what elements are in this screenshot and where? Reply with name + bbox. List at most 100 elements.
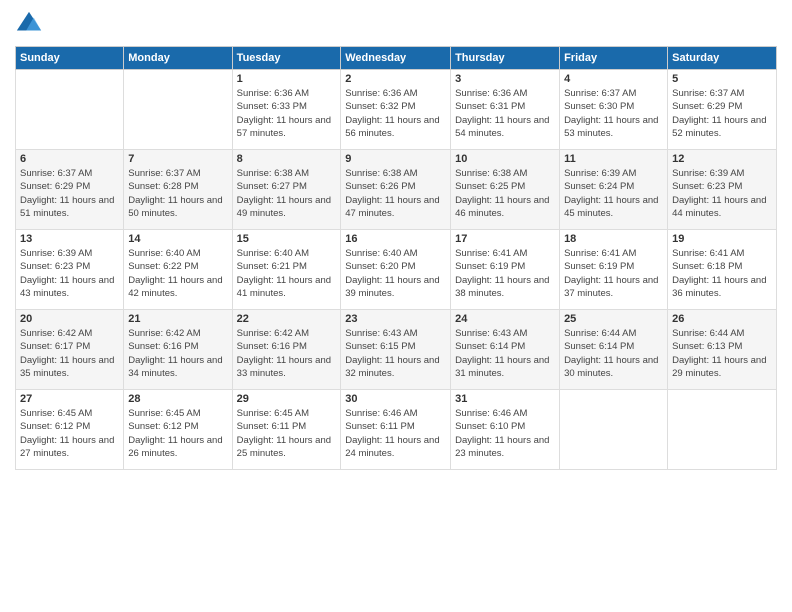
day-number: 17 — [455, 233, 555, 245]
day-info: Sunrise: 6:42 AM Sunset: 6:17 PM Dayligh… — [20, 327, 119, 380]
day-cell: 25 Sunrise: 6:44 AM Sunset: 6:14 PM Dayli… — [560, 310, 668, 390]
week-row-1: 1 Sunrise: 6:36 AM Sunset: 6:33 PM Daylig… — [16, 70, 777, 150]
weekday-header-wednesday: Wednesday — [341, 47, 451, 70]
day-cell: 23 Sunrise: 6:43 AM Sunset: 6:15 PM Dayli… — [341, 310, 451, 390]
day-number: 25 — [564, 313, 663, 325]
day-number: 16 — [345, 233, 446, 245]
day-info: Sunrise: 6:42 AM Sunset: 6:16 PM Dayligh… — [128, 327, 227, 380]
day-number: 18 — [564, 233, 663, 245]
day-cell — [16, 70, 124, 150]
day-number: 26 — [672, 313, 772, 325]
day-number: 21 — [128, 313, 227, 325]
weekday-header-saturday: Saturday — [668, 47, 777, 70]
day-cell: 22 Sunrise: 6:42 AM Sunset: 6:16 PM Dayli… — [232, 310, 341, 390]
day-info: Sunrise: 6:37 AM Sunset: 6:28 PM Dayligh… — [128, 167, 227, 220]
header-row: SundayMondayTuesdayWednesdayThursdayFrid… — [16, 47, 777, 70]
day-number: 24 — [455, 313, 555, 325]
day-cell: 26Sunrise: 6:44 AM Sunset: 6:13 PM Dayli… — [668, 310, 777, 390]
day-info: Sunrise: 6:37 AM Sunset: 6:29 PM Dayligh… — [672, 87, 772, 140]
day-cell: 1 Sunrise: 6:36 AM Sunset: 6:33 PM Daylig… — [232, 70, 341, 150]
logo — [15, 10, 47, 38]
weekday-header-thursday: Thursday — [451, 47, 560, 70]
day-cell: 6 Sunrise: 6:37 AM Sunset: 6:29 PM Daylig… — [16, 150, 124, 230]
day-info: Sunrise: 6:36 AM Sunset: 6:32 PM Dayligh… — [345, 87, 446, 140]
day-number: 14 — [128, 233, 227, 245]
day-number: 2 — [345, 73, 446, 85]
weekday-header-friday: Friday — [560, 47, 668, 70]
day-info: Sunrise: 6:38 AM Sunset: 6:26 PM Dayligh… — [345, 167, 446, 220]
day-info: Sunrise: 6:43 AM Sunset: 6:15 PM Dayligh… — [345, 327, 446, 380]
day-cell: 20Sunrise: 6:42 AM Sunset: 6:17 PM Dayli… — [16, 310, 124, 390]
calendar-header: SundayMondayTuesdayWednesdayThursdayFrid… — [16, 47, 777, 70]
day-number: 23 — [345, 313, 446, 325]
day-cell: 5 Sunrise: 6:37 AM Sunset: 6:29 PM Daylig… — [668, 70, 777, 150]
day-number: 15 — [237, 233, 337, 245]
day-cell: 8 Sunrise: 6:38 AM Sunset: 6:27 PM Daylig… — [232, 150, 341, 230]
day-number: 11 — [564, 153, 663, 165]
day-number: 22 — [237, 313, 337, 325]
weekday-header-tuesday: Tuesday — [232, 47, 341, 70]
day-info: Sunrise: 6:43 AM Sunset: 6:14 PM Dayligh… — [455, 327, 555, 380]
week-row-3: 13Sunrise: 6:39 AM Sunset: 6:23 PM Dayli… — [16, 230, 777, 310]
day-info: Sunrise: 6:38 AM Sunset: 6:27 PM Dayligh… — [237, 167, 337, 220]
day-number: 9 — [345, 153, 446, 165]
day-cell: 12 Sunrise: 6:39 AM Sunset: 6:23 PM Dayli… — [668, 150, 777, 230]
day-info: Sunrise: 6:41 AM Sunset: 6:18 PM Dayligh… — [672, 247, 772, 300]
day-number: 27 — [20, 393, 119, 405]
day-cell: 14Sunrise: 6:40 AM Sunset: 6:22 PM Dayli… — [124, 230, 232, 310]
day-number: 8 — [237, 153, 337, 165]
day-cell: 27 Sunrise: 6:45 AM Sunset: 6:12 PM Dayli… — [16, 390, 124, 470]
page: SundayMondayTuesdayWednesdayThursdayFrid… — [0, 0, 792, 612]
day-number: 5 — [672, 73, 772, 85]
day-info: Sunrise: 6:37 AM Sunset: 6:30 PM Dayligh… — [564, 87, 663, 140]
day-info: Sunrise: 6:45 AM Sunset: 6:12 PM Dayligh… — [20, 407, 119, 460]
day-number: 31 — [455, 393, 555, 405]
weekday-header-monday: Monday — [124, 47, 232, 70]
week-row-5: 27 Sunrise: 6:45 AM Sunset: 6:12 PM Dayli… — [16, 390, 777, 470]
calendar-table: SundayMondayTuesdayWednesdayThursdayFrid… — [15, 46, 777, 470]
day-info: Sunrise: 6:39 AM Sunset: 6:24 PM Dayligh… — [564, 167, 663, 220]
day-cell — [124, 70, 232, 150]
day-info: Sunrise: 6:37 AM Sunset: 6:29 PM Dayligh… — [20, 167, 119, 220]
week-row-4: 20Sunrise: 6:42 AM Sunset: 6:17 PM Dayli… — [16, 310, 777, 390]
day-cell: 13Sunrise: 6:39 AM Sunset: 6:23 PM Dayli… — [16, 230, 124, 310]
day-number: 6 — [20, 153, 119, 165]
day-info: Sunrise: 6:46 AM Sunset: 6:10 PM Dayligh… — [455, 407, 555, 460]
day-cell: 3 Sunrise: 6:36 AM Sunset: 6:31 PM Daylig… — [451, 70, 560, 150]
day-info: Sunrise: 6:41 AM Sunset: 6:19 PM Dayligh… — [564, 247, 663, 300]
day-cell: 24 Sunrise: 6:43 AM Sunset: 6:14 PM Dayli… — [451, 310, 560, 390]
day-number: 12 — [672, 153, 772, 165]
day-info: Sunrise: 6:40 AM Sunset: 6:21 PM Dayligh… — [237, 247, 337, 300]
day-cell — [668, 390, 777, 470]
day-info: Sunrise: 6:44 AM Sunset: 6:14 PM Dayligh… — [564, 327, 663, 380]
day-cell: 10 Sunrise: 6:38 AM Sunset: 6:25 PM Dayli… — [451, 150, 560, 230]
day-cell: 17 Sunrise: 6:41 AM Sunset: 6:19 PM Dayli… — [451, 230, 560, 310]
day-cell: 29Sunrise: 6:45 AM Sunset: 6:11 PM Dayli… — [232, 390, 341, 470]
day-number: 13 — [20, 233, 119, 245]
day-cell: 2 Sunrise: 6:36 AM Sunset: 6:32 PM Daylig… — [341, 70, 451, 150]
day-cell: 11 Sunrise: 6:39 AM Sunset: 6:24 PM Dayli… — [560, 150, 668, 230]
logo-icon — [15, 10, 43, 38]
day-number: 1 — [237, 73, 337, 85]
day-info: Sunrise: 6:41 AM Sunset: 6:19 PM Dayligh… — [455, 247, 555, 300]
day-cell: 21 Sunrise: 6:42 AM Sunset: 6:16 PM Dayli… — [124, 310, 232, 390]
day-info: Sunrise: 6:38 AM Sunset: 6:25 PM Dayligh… — [455, 167, 555, 220]
day-number: 3 — [455, 73, 555, 85]
calendar-body: 1 Sunrise: 6:36 AM Sunset: 6:33 PM Daylig… — [16, 70, 777, 470]
day-info: Sunrise: 6:45 AM Sunset: 6:12 PM Dayligh… — [128, 407, 227, 460]
day-cell: 18 Sunrise: 6:41 AM Sunset: 6:19 PM Dayli… — [560, 230, 668, 310]
weekday-header-sunday: Sunday — [16, 47, 124, 70]
day-number: 10 — [455, 153, 555, 165]
day-cell: 16Sunrise: 6:40 AM Sunset: 6:20 PM Dayli… — [341, 230, 451, 310]
day-info: Sunrise: 6:39 AM Sunset: 6:23 PM Dayligh… — [672, 167, 772, 220]
day-info: Sunrise: 6:36 AM Sunset: 6:31 PM Dayligh… — [455, 87, 555, 140]
day-number: 7 — [128, 153, 227, 165]
day-cell: 19Sunrise: 6:41 AM Sunset: 6:18 PM Dayli… — [668, 230, 777, 310]
day-number: 30 — [345, 393, 446, 405]
day-cell: 28 Sunrise: 6:45 AM Sunset: 6:12 PM Dayli… — [124, 390, 232, 470]
day-info: Sunrise: 6:42 AM Sunset: 6:16 PM Dayligh… — [237, 327, 337, 380]
day-number: 28 — [128, 393, 227, 405]
day-info: Sunrise: 6:46 AM Sunset: 6:11 PM Dayligh… — [345, 407, 446, 460]
day-number: 4 — [564, 73, 663, 85]
day-info: Sunrise: 6:36 AM Sunset: 6:33 PM Dayligh… — [237, 87, 337, 140]
